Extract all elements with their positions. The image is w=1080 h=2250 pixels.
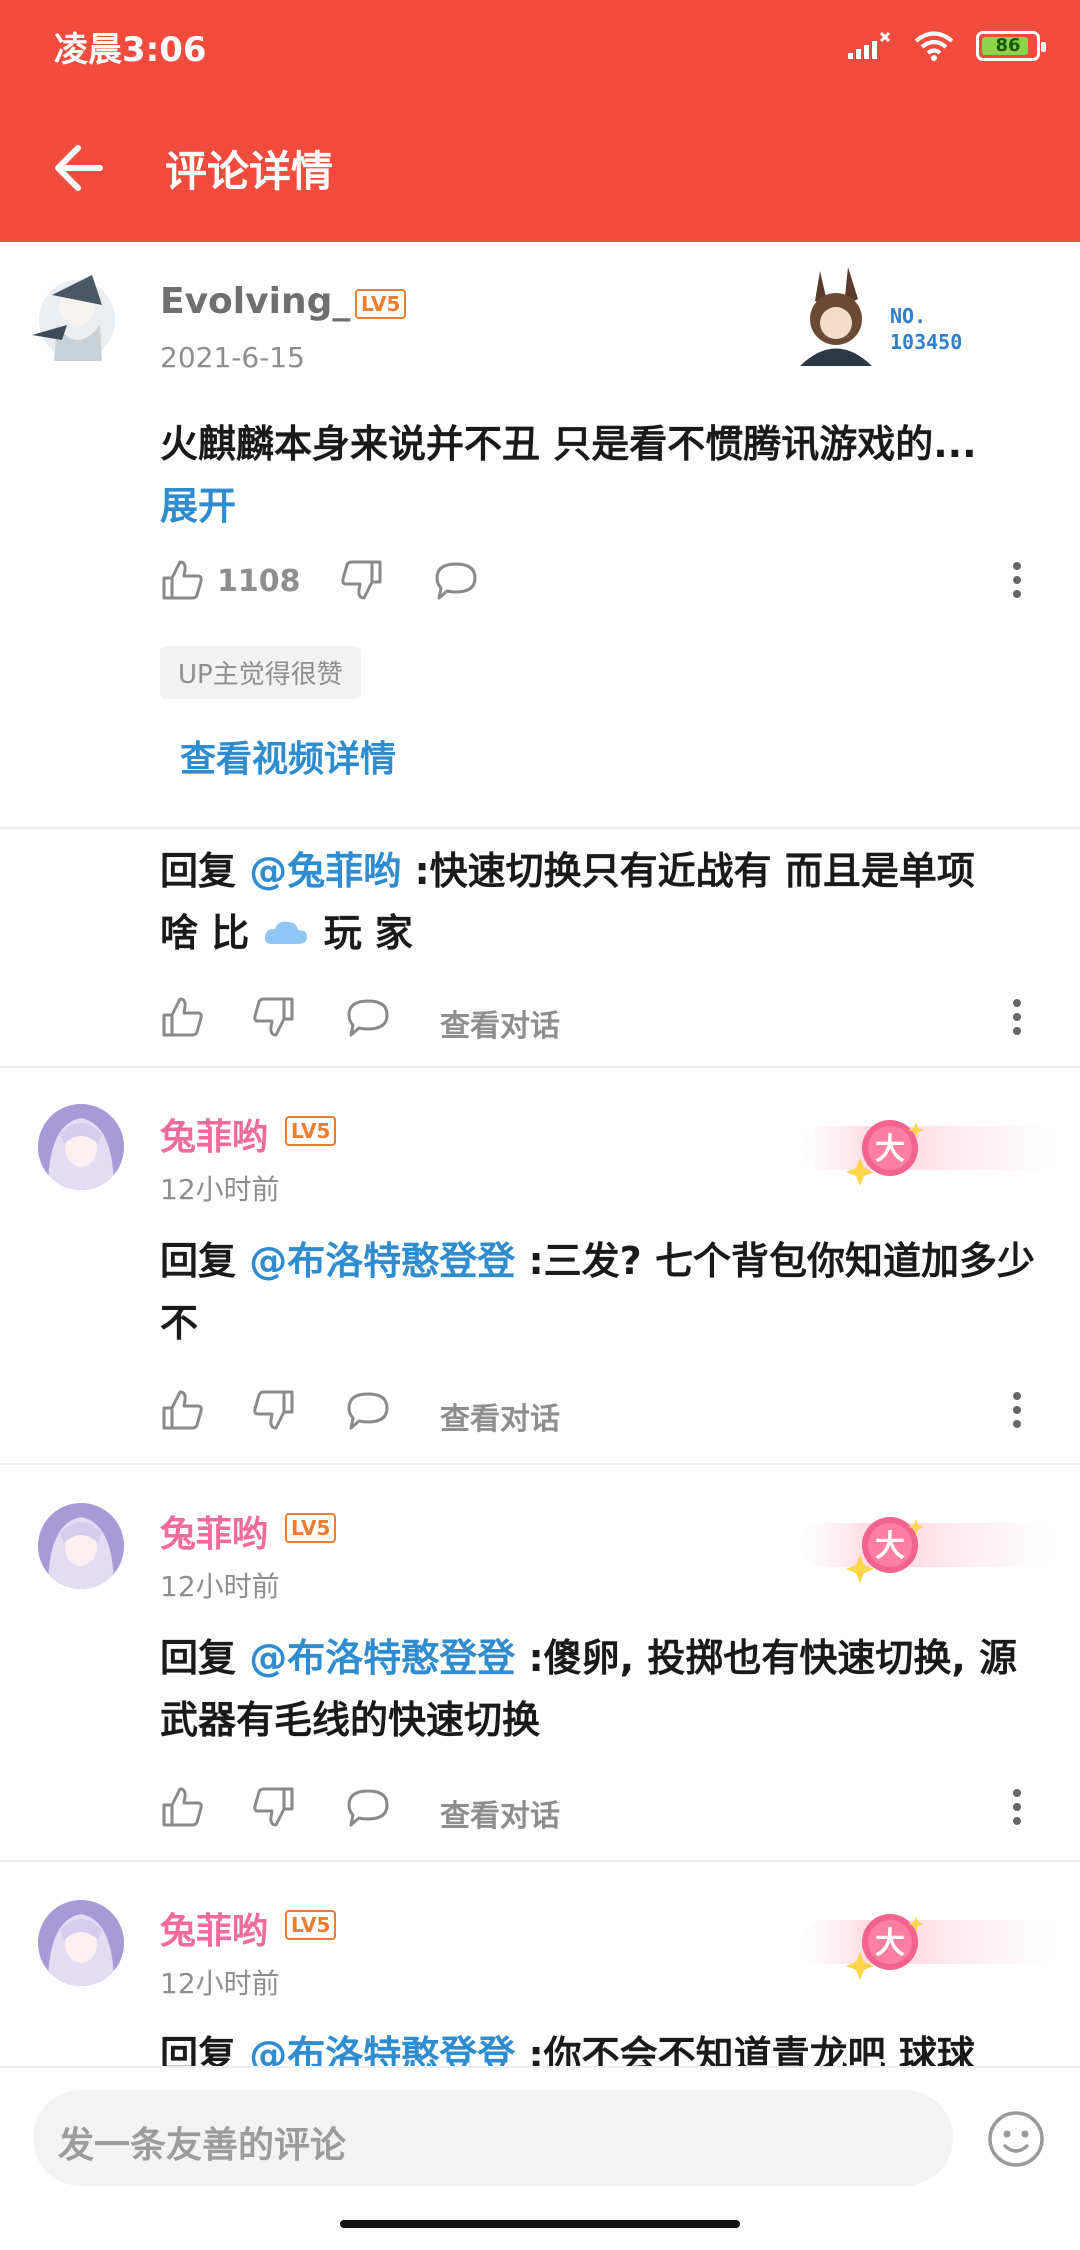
sparkle-badge-icon: 大 bbox=[800, 1914, 1060, 1980]
page-title: 评论详情 bbox=[165, 147, 334, 196]
character-badge-icon bbox=[800, 267, 872, 366]
reply-prefix: 回复 bbox=[160, 2033, 250, 2066]
comment-body: 火麒麟本身来说并不丑 只是看不惯腾讯游戏的... bbox=[160, 422, 977, 466]
reply-item: 兔菲哟 LV5 12小时前 大 回复 @布洛特憨登登 :傻卵, 投掷也有快速切换… bbox=[0, 1465, 1080, 1861]
reply-icon[interactable] bbox=[345, 995, 391, 1039]
reply-text: 回复 @布洛特憨登登 :你不会不知道青龙吧 球球 bbox=[160, 2024, 1050, 2066]
battery-icon: 86 bbox=[976, 31, 1046, 61]
badge-char: 大 bbox=[875, 1926, 905, 1961]
reply-body-2: 啥 比 bbox=[160, 911, 250, 955]
reply-item: 兔菲哟 LV5 12小时前 大 回复 @布洛特憨登登 :三发? 七个背包你知道加… bbox=[0, 1068, 1080, 1464]
comment-time: 12小时前 bbox=[160, 1173, 280, 1206]
avatar[interactable] bbox=[38, 1503, 124, 1589]
level-badge: LV5 bbox=[285, 1116, 337, 1146]
view-dialog-link[interactable]: 查看对话 bbox=[440, 1001, 560, 1045]
comment-time: 12小时前 bbox=[160, 1570, 280, 1603]
reply-prefix: 回复 bbox=[160, 849, 250, 893]
reply-body: :你不会不知道青龙吧 球球 bbox=[515, 2033, 975, 2066]
avatar[interactable] bbox=[38, 1104, 124, 1190]
main-comment: Evolving_ LV5 2021-6-15 NO. 103450 火麒麟本身… bbox=[0, 245, 1080, 825]
mention-link[interactable]: @兔菲哟 bbox=[249, 849, 401, 893]
reply-body-3: 玩 家 bbox=[323, 911, 413, 955]
reply-body: :快速切换只有近战有 而且是单项 bbox=[401, 849, 975, 893]
comment-input[interactable]: 发一条友善的评论 bbox=[33, 2090, 953, 2186]
cloud-emoji-icon bbox=[265, 921, 308, 944]
battery-level: 86 bbox=[995, 35, 1021, 56]
like-icon[interactable] bbox=[160, 1388, 204, 1432]
badge-no-label: NO. bbox=[890, 304, 927, 328]
app-header: 凌晨3:06 86 评论详情 bbox=[0, 0, 1080, 242]
reply-icon[interactable] bbox=[433, 558, 479, 602]
emoji-icon[interactable] bbox=[987, 2110, 1045, 2168]
reply-prefix: 回复 bbox=[160, 1636, 250, 1680]
reply-text: 回复 @布洛特憨登登 :三发? 七个背包你知道加多少不 bbox=[160, 1230, 1050, 1354]
like-icon[interactable] bbox=[160, 558, 204, 602]
username[interactable]: 兔菲哟 bbox=[160, 1902, 268, 1954]
comment-text: 火麒麟本身来说并不丑 只是看不惯腾讯游戏的... 展开 bbox=[160, 413, 1060, 537]
wifi-icon bbox=[914, 31, 954, 61]
username[interactable]: 兔菲哟 bbox=[160, 1505, 268, 1557]
comment-date: 2021-6-15 bbox=[160, 341, 305, 374]
status-icons: 86 bbox=[848, 26, 1046, 66]
dislike-icon[interactable] bbox=[252, 1785, 296, 1829]
comment-actions: 1108 bbox=[160, 558, 1040, 608]
home-indicator[interactable] bbox=[340, 2220, 740, 2228]
reply-text: 回复 @兔菲哟 :快速切换只有近战有 而且是单项 啥 比 玩 家 bbox=[160, 840, 1050, 964]
level-badge: LV5 bbox=[285, 1910, 337, 1940]
more-icon[interactable] bbox=[1010, 995, 1024, 1039]
reply-actions: 查看对话 bbox=[160, 1388, 1040, 1438]
fan-badge: 大 bbox=[800, 1505, 1060, 1585]
username[interactable]: Evolving_ bbox=[160, 281, 350, 322]
reply-item: 回复 @兔菲哟 :快速切换只有近战有 而且是单项 啥 比 玩 家 查看对话 bbox=[0, 830, 1080, 1066]
reply-prefix: 回复 bbox=[160, 1239, 250, 1283]
more-icon[interactable] bbox=[1010, 1388, 1024, 1432]
view-video-link[interactable]: 查看视频详情 bbox=[180, 730, 396, 782]
like-icon[interactable] bbox=[160, 995, 204, 1039]
avatar[interactable] bbox=[38, 1900, 124, 1986]
up-liked-tag: UP主觉得很赞 bbox=[160, 646, 361, 699]
avatar[interactable] bbox=[22, 265, 122, 375]
comment-time: 12小时前 bbox=[160, 1967, 280, 2000]
comment-input-placeholder: 发一条友善的评论 bbox=[58, 2125, 347, 2166]
status-time: 凌晨3:06 bbox=[54, 30, 207, 70]
reply-icon[interactable] bbox=[345, 1388, 391, 1432]
view-dialog-link[interactable]: 查看对话 bbox=[440, 1394, 560, 1438]
mention-link[interactable]: @布洛特憨登登 bbox=[249, 2033, 515, 2066]
sparkle-badge-icon: 大 bbox=[800, 1120, 1060, 1186]
reply-icon[interactable] bbox=[345, 1785, 391, 1829]
badge-char: 大 bbox=[875, 1529, 905, 1564]
fan-badge: 大 bbox=[800, 1902, 1060, 1982]
more-icon[interactable] bbox=[1010, 1785, 1024, 1829]
view-dialog-link[interactable]: 查看对话 bbox=[440, 1791, 560, 1835]
back-arrow-icon[interactable] bbox=[50, 140, 110, 196]
expand-link[interactable]: 展开 bbox=[160, 484, 236, 528]
fan-badge: NO. 103450 bbox=[770, 261, 1000, 371]
reply-actions: 查看对话 bbox=[160, 995, 1040, 1045]
fan-badge: 大 bbox=[800, 1108, 1060, 1188]
like-icon[interactable] bbox=[160, 1785, 204, 1829]
more-icon[interactable] bbox=[1010, 558, 1024, 602]
comment-composer: 发一条友善的评论 bbox=[0, 2066, 1080, 2250]
level-badge: LV5 bbox=[355, 289, 407, 319]
like-count: 1108 bbox=[217, 564, 301, 599]
mention-link[interactable]: @布洛特憨登登 bbox=[249, 1636, 515, 1680]
sparkle-badge-icon: 大 bbox=[800, 1517, 1060, 1583]
reply-text: 回复 @布洛特憨登登 :傻卵, 投掷也有快速切换, 源武器有毛线的快速切换 bbox=[160, 1627, 1050, 1751]
signal-icon bbox=[848, 31, 891, 59]
badge-char: 大 bbox=[875, 1132, 905, 1167]
badge-no-value: 103450 bbox=[890, 330, 963, 354]
dislike-icon[interactable] bbox=[340, 558, 384, 602]
dislike-icon[interactable] bbox=[252, 995, 296, 1039]
dislike-icon[interactable] bbox=[252, 1388, 296, 1432]
divider bbox=[0, 827, 1080, 829]
mention-link[interactable]: @布洛特憨登登 bbox=[249, 1239, 515, 1283]
reply-item: 兔菲哟 LV5 12小时前 大 回复 @布洛特憨登登 :你不会不知道青龙吧 球球 bbox=[0, 1862, 1080, 2066]
reply-actions: 查看对话 bbox=[160, 1785, 1040, 1835]
status-bar: 凌晨3:06 86 bbox=[0, 0, 1080, 88]
username[interactable]: 兔菲哟 bbox=[160, 1108, 268, 1160]
level-badge: LV5 bbox=[285, 1513, 337, 1543]
